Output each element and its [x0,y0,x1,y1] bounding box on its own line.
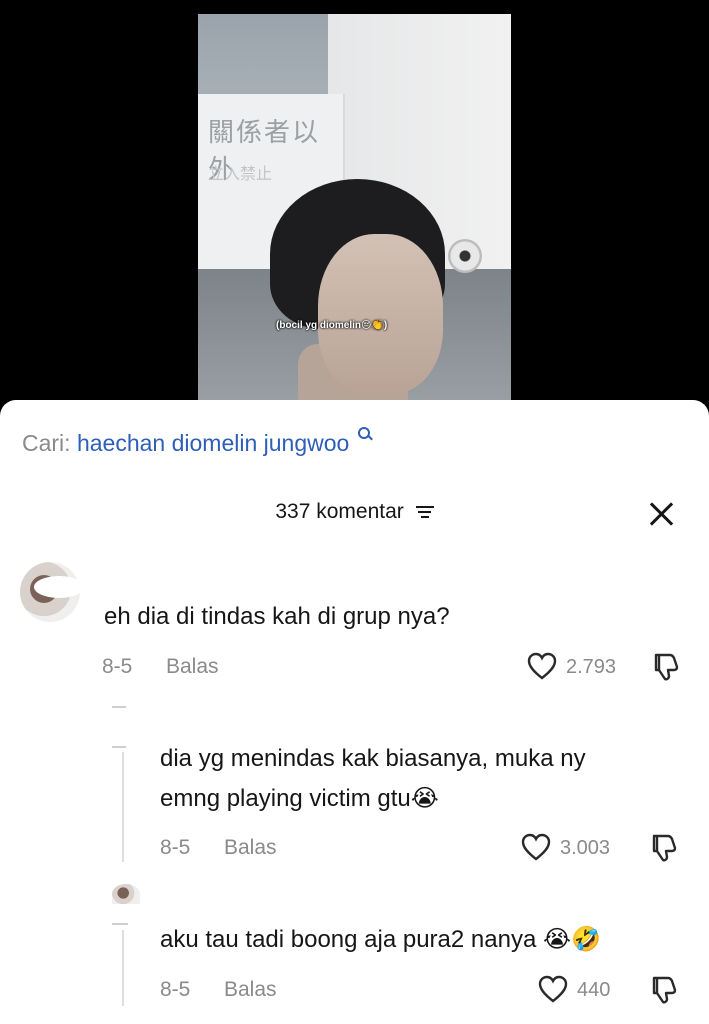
search-suggestion[interactable]: Cari: haechan diomelin jungwoo [22,427,373,457]
like-count: 440 [577,979,611,1001]
avatar-scribble [34,576,84,598]
comments-header: 337 komentar [0,500,709,524]
dislike-icon[interactable] [648,833,678,863]
heart-icon[interactable] [521,833,551,861]
close-icon[interactable] [648,500,676,528]
dislike-icon[interactable] [650,652,680,682]
search-query-link[interactable]: haechan diomelin jungwoo [77,430,349,456]
sort-filter-icon[interactable] [415,505,434,519]
reply-avatar-mark [112,923,128,925]
reply-button[interactable]: Balas [166,655,219,679]
like-count: 3.003 [560,837,611,859]
reply-avatar-mark [112,746,126,748]
reply-date: 8-5 [160,836,191,859]
reply-date: 8-5 [160,978,191,1001]
video-sign-subtext: 立入禁止 [208,166,273,183]
comments-sheet: Cari: haechan diomelin jungwoo 337 komen… [0,400,709,1024]
heart-icon[interactable] [538,975,568,1003]
reply-text-line1: dia yg menindas kak biasanya, muka ny [160,745,586,772]
search-icon [357,427,373,441]
video-caption: (bocil yg diomelin😔👏) [276,320,388,331]
heart-icon[interactable] [527,652,557,680]
thread-line [122,930,124,1006]
reply-avatar-mark [112,706,126,708]
avatar[interactable] [112,884,140,904]
dislike-icon[interactable] [648,975,678,1005]
like-count: 2.793 [566,656,617,678]
video-person-face [318,234,443,394]
comment-text: eh dia di tindas kah di grup nya? [104,603,450,630]
comment-date: 8-5 [102,655,133,678]
comment-count: 337 komentar [275,500,404,523]
reply-text: aku tau tadi boong aja pura2 nanya 😭🤣 [160,926,601,953]
reply-text-line2: emng playing victim gtu😭 [160,785,439,812]
video-player[interactable]: 關係者以外 立入禁止 (bocil yg diomelin😔👏) [198,14,511,404]
reply-button[interactable]: Balas [224,978,277,1002]
video-door-knob [448,239,482,273]
search-label: Cari: [22,430,71,456]
thread-line [122,752,124,862]
reply-button[interactable]: Balas [224,836,277,860]
